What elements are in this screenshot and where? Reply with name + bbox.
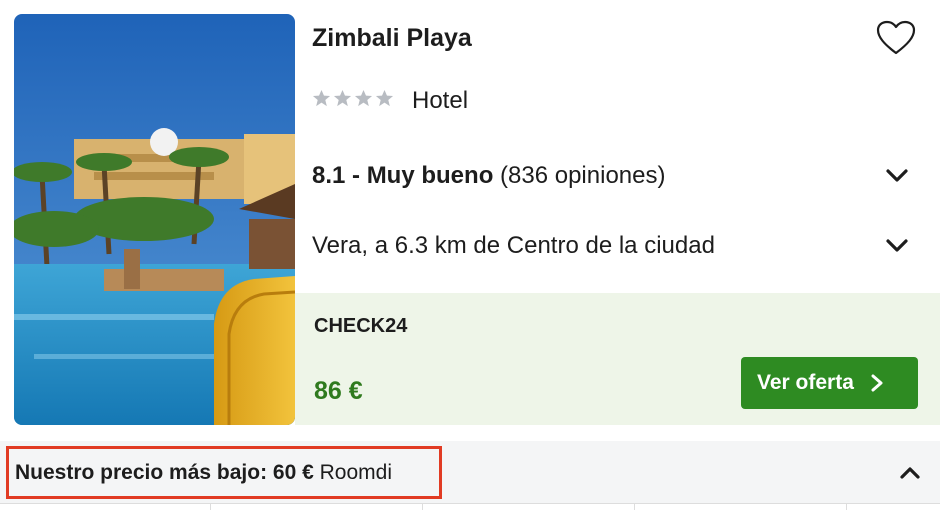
offer-price: 86 € [314,377,363,405]
lowest-price-provider: Roomdi [319,461,392,484]
favorite-button[interactable] [874,18,918,58]
star-rating [312,89,394,108]
chevron-up-icon [900,467,920,479]
offer-provider: CHECK24 [314,315,408,337]
chevron-down-icon[interactable] [884,163,910,189]
hotel-photo-image [14,14,295,425]
lowest-price-label: Nuestro precio más bajo: [15,461,268,484]
view-offer-button[interactable]: Ver oferta [741,357,918,409]
heart-icon [876,20,916,55]
star-icon [333,89,352,107]
location-text: Vera, a 6.3 km de Centro de la ciudad [312,232,715,259]
divider [422,504,423,510]
rating-summary: 8.1 - Muy bueno (836 opiniones) [312,162,665,190]
divider [634,504,635,510]
lowest-price-value: 60 € [272,461,314,484]
collapse-toggle[interactable] [896,460,924,486]
chevron-right-icon [871,374,883,392]
rating-score: 8.1 - Muy bueno [312,162,494,189]
offer-panel: CHECK24 86 € Ver oferta [295,293,940,425]
divider [846,504,847,510]
divider [0,503,940,504]
star-icon [354,89,373,107]
rating-row[interactable]: 8.1 - Muy bueno (836 opiniones) [312,160,918,192]
hotel-type: Hotel [412,87,469,114]
star-icon [375,89,394,107]
divider [210,504,211,510]
hotel-photo[interactable] [14,14,295,425]
chevron-down-icon[interactable] [884,233,910,259]
location-row[interactable]: Vera, a 6.3 km de Centro de la ciudad [312,230,918,262]
star-icon [312,89,331,107]
rating-reviews: (836 opiniones) [500,162,666,189]
view-offer-label: Ver oferta [757,371,854,394]
lowest-price-text: Nuestro precio más bajo: 60 € Roomdi [15,461,392,485]
hotel-name[interactable]: Zimbali Playa [312,24,472,53]
